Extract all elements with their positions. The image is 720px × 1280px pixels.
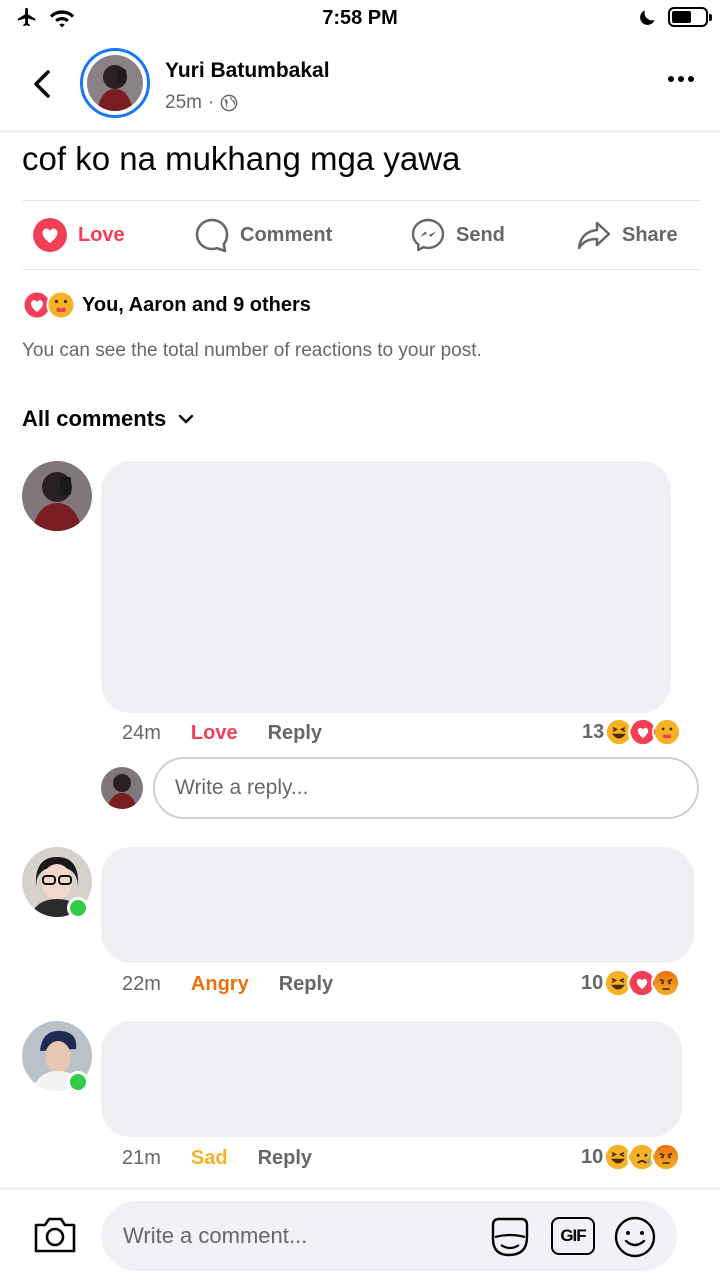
comment-input[interactable]: [123, 1201, 483, 1271]
reactions-summary[interactable]: You, Aaron and 9 others: [22, 290, 311, 320]
online-status-indicator: [67, 1071, 89, 1093]
status-time: 7:58 PM: [322, 7, 398, 29]
comment-reaction-button[interactable]: Love: [191, 722, 238, 745]
comments-filter-label: All comments: [22, 406, 167, 431]
comment-meta: 22m Angry Reply: [122, 973, 333, 996]
chevron-down-icon: [179, 414, 194, 424]
comment-composer: GIF: [0, 1188, 720, 1280]
post-meta: 25m ·: [165, 92, 238, 114]
reactions-summary-text: You, Aaron and 9 others: [82, 293, 311, 316]
comment-reaction-count[interactable]: 10: [581, 1142, 682, 1172]
comment-reaction-button[interactable]: Angry: [191, 973, 249, 996]
messenger-icon: [411, 218, 445, 252]
author-name[interactable]: Yuri Batumbakal: [165, 59, 330, 83]
angry-reaction-icon: [651, 968, 682, 998]
my-avatar: [101, 767, 143, 809]
dot-icon: [688, 76, 694, 82]
love-reaction-icon: [33, 218, 67, 252]
love-button[interactable]: Love: [32, 201, 125, 269]
comment-bubble-icon: [195, 218, 229, 253]
send-button[interactable]: Send: [410, 201, 505, 269]
status-bar: 7:58 PM: [0, 0, 720, 38]
gif-button[interactable]: GIF: [551, 1217, 595, 1255]
sticker-icon[interactable]: [487, 1215, 533, 1259]
care-reaction-icon: [652, 717, 683, 747]
reaction-count: 10: [581, 971, 604, 994]
dot-icon: [668, 76, 674, 82]
share-button[interactable]: Share: [576, 201, 678, 269]
comment-time: 22m: [122, 973, 161, 995]
comments-filter-dropdown[interactable]: All comments: [22, 406, 194, 432]
angry-reaction-icon: [651, 1142, 682, 1172]
globe-icon: [220, 94, 238, 112]
battery-icon: [668, 7, 712, 27]
comment-time: 21m: [122, 1147, 161, 1169]
comment-button[interactable]: Comment: [194, 201, 332, 269]
post-header: Yuri Batumbakal 25m ·: [0, 40, 720, 132]
camera-button[interactable]: [32, 1215, 78, 1255]
comment-reaction-button[interactable]: Sad: [191, 1147, 228, 1170]
comment-reaction-count[interactable]: 13: [582, 717, 683, 747]
gif-label: GIF: [560, 1226, 586, 1245]
reply-button[interactable]: Reply: [268, 722, 322, 745]
meta-separator: ·: [207, 92, 215, 113]
online-status-indicator: [67, 897, 89, 919]
comment-bubble[interactable]: [101, 461, 671, 713]
send-label: Send: [456, 223, 505, 246]
back-button[interactable]: [22, 62, 62, 106]
reaction-count: 10: [581, 1145, 604, 1168]
love-label: Love: [78, 223, 125, 246]
reply-input[interactable]: [153, 757, 699, 819]
reply-button[interactable]: Reply: [258, 1147, 312, 1170]
share-label: Share: [622, 223, 678, 246]
more-options-button[interactable]: [668, 76, 694, 82]
status-icons-right: [638, 7, 712, 27]
dot-icon: [678, 76, 684, 82]
emoji-icon[interactable]: [613, 1215, 657, 1259]
comment-bubble[interactable]: [101, 847, 694, 963]
post-action-bar: Love Comment Send Share: [22, 200, 700, 270]
comment-meta: 21m Sad Reply: [122, 1147, 312, 1170]
reaction-count: 13: [582, 720, 605, 743]
reply-button[interactable]: Reply: [279, 973, 333, 996]
commenter-avatar[interactable]: [22, 461, 92, 531]
author-avatar[interactable]: [80, 48, 150, 118]
comment-meta: 24m Love Reply: [122, 722, 322, 745]
share-arrow-icon: [577, 221, 611, 250]
avatar: [87, 55, 143, 111]
post-text: cof ko na mukhang mga yawa: [22, 140, 461, 177]
comment-reaction-count[interactable]: 10: [581, 968, 682, 998]
post-time: 25m: [165, 92, 202, 113]
back-arrow-icon: [34, 70, 50, 98]
camera-icon: [34, 1217, 76, 1253]
reactions-note: You can see the total number of reaction…: [22, 340, 482, 361]
care-reaction-icon: [46, 290, 76, 320]
comment-field: GIF: [101, 1201, 677, 1271]
comment-label: Comment: [240, 223, 333, 246]
comment-time: 24m: [122, 722, 161, 744]
comment-bubble[interactable]: [101, 1021, 682, 1137]
moon-icon: [640, 10, 655, 25]
